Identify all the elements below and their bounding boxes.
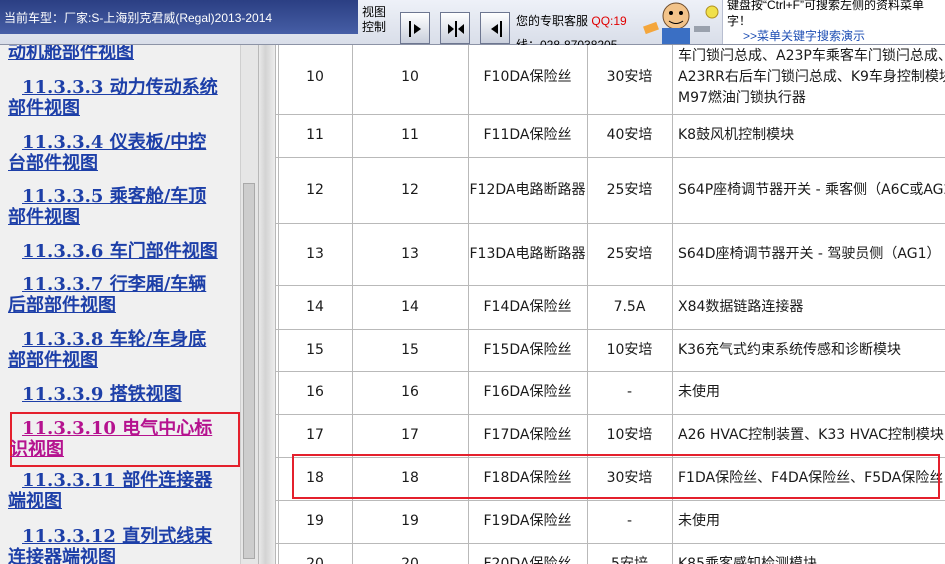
nav-item-11-3-3-8[interactable]: 11.3.3.8 车轮/车身底 [22, 329, 256, 351]
cell-position: 10 [306, 69, 324, 85]
cell-rating: - [626, 384, 633, 400]
search-demo-link[interactable]: >>菜单关键字搜索演示 [743, 27, 865, 44]
cell-fuse: F15DA保险丝 [483, 341, 572, 358]
nav-item-11-3-3-5[interactable]: 11.3.3.5 乘客舱/车顶 [22, 186, 256, 208]
cell-description: A26 HVAC控制装置、K33 HVAC控制模块 [678, 427, 944, 443]
cell-position: 15 [306, 341, 324, 358]
nav-item-11-3-3-10-cont[interactable]: 识视图 [10, 439, 224, 461]
cell-rating: 25安培 [606, 245, 653, 262]
cell-position: 13 [306, 245, 324, 262]
nav-item-engine-bay-cont[interactable]: 动机舱部件视图 [8, 45, 242, 64]
nav-scrollbar[interactable] [240, 45, 258, 564]
cell-rating: 10安培 [606, 427, 653, 443]
cell-fuse: F14DA保险丝 [483, 298, 572, 315]
nav-item-11-3-3-11-cont[interactable]: 端视图 [8, 491, 242, 513]
nav-item-11-3-3-8-cont[interactable]: 部部件视图 [8, 350, 242, 372]
cell-number: 10 [401, 69, 419, 85]
cell-description: S64P座椅调节器开关 - 乘客侧（A6C或AG2） [678, 181, 945, 198]
cell-description: X84数据链路连接器 [678, 298, 804, 315]
nav-item-11-3-3-3-cont[interactable]: 部件视图 [8, 98, 242, 120]
view-split-button[interactable] [440, 12, 470, 44]
nav-item-11-3-3-12[interactable]: 11.3.3.12 直列式线束 [22, 526, 256, 548]
arrows-split-icon [448, 21, 464, 37]
arrow-left-bar-icon [491, 21, 502, 37]
cell-position: 11 [306, 127, 324, 143]
cell-fuse: F19DA保险丝 [483, 513, 572, 529]
fuse-table: 10 10 F10DA保险丝 30安培 车门锁闩总成、A23P车乘客车门锁闩总成、A23… [276, 45, 945, 564]
cell-position: 19 [306, 513, 324, 529]
cell-number: 13 [401, 245, 419, 262]
cell-fuse: F12DA电路断路器 [469, 181, 586, 198]
nav-item-11-3-3-4-cont[interactable]: 台部件视图 [8, 153, 242, 175]
search-tip-panel: 键盘按“Ctrl+F”可搜索左侧的资料菜单字！ >>菜单关键字搜索演示 [722, 0, 945, 44]
cell-rating: 5安培 [611, 556, 648, 564]
cell-fuse: F16DA保险丝 [483, 384, 572, 400]
nav-item-11-3-3-5-cont[interactable]: 部件视图 [8, 207, 242, 229]
cell-position: 16 [306, 384, 324, 400]
cell-rating: 40安培 [606, 127, 653, 143]
view-collapse-right-button[interactable] [480, 12, 510, 44]
top-toolbar: 当前车型：厂家:S-上海别克君威(Regal)2013-2014 视图控制 您的… [0, 0, 945, 52]
cell-description: K36充气式约束系统传感和诊断模块 [678, 341, 901, 358]
mascot-icon [643, 2, 719, 44]
current-model-label: 当前车型：厂家:S-上海别克君威(Regal)2013-2014 [4, 11, 273, 25]
search-tip-text: 键盘按“Ctrl+F”可搜索左侧的资料菜单字！ [727, 0, 924, 28]
nav-tree-pane: 动机舱部件视图 11.3.3.3 动力传动系统 部件视图 11.3.3.4 仪表… [0, 45, 258, 564]
cell-number: 12 [401, 181, 419, 198]
nav-item-selected-highlight: 11.3.3.10 电气中心标 识视图 [10, 412, 240, 467]
nav-item-11-3-3-6[interactable]: 11.3.3.6 车门部件视图 [22, 241, 256, 263]
nav-item-11-3-3-4[interactable]: 11.3.3.4 仪表板/中控 [22, 132, 256, 154]
cell-description: 未使用 [678, 384, 720, 400]
nav-item-11-3-3-12-cont[interactable]: 连接器端视图 [8, 547, 242, 564]
cell-number: 14 [401, 298, 419, 315]
nav-item-11-3-3-3[interactable]: 11.3.3.3 动力传动系统 [22, 77, 256, 99]
nav-item-11-3-3-11[interactable]: 11.3.3.11 部件连接器 [22, 470, 256, 492]
cell-fuse: F10DA保险丝 [483, 69, 572, 85]
service-label-text: 您的专职客服 [516, 14, 589, 28]
cell-rating: 10安培 [606, 341, 653, 358]
cell-position: 14 [306, 298, 324, 315]
service-qq-link[interactable]: QQ:19 [591, 14, 626, 28]
cell-number: 20 [401, 556, 419, 564]
cell-description: K85乘客感知检测模块 [678, 556, 817, 564]
cell-rating: - [626, 513, 633, 529]
cell-number: 16 [401, 384, 419, 400]
cell-number: 11 [401, 127, 419, 143]
cell-rating: 7.5A [613, 298, 646, 315]
pane-splitter[interactable] [258, 45, 276, 564]
nav-scrollbar-thumb[interactable] [243, 183, 255, 559]
cell-number: 19 [401, 513, 419, 529]
cell-position: 12 [306, 181, 324, 198]
cell-rating: 25安培 [606, 181, 653, 198]
nav-item-11-3-3-7-cont[interactable]: 后部部件视图 [8, 295, 242, 317]
cell-fuse: F20DA保险丝 [483, 556, 572, 564]
view-control-label: 视图控制 [362, 5, 387, 34]
nav-item-11-3-3-10[interactable]: 11.3.3.10 电气中心标 [22, 418, 236, 440]
view-collapse-left-button[interactable] [400, 12, 430, 44]
cell-description: 未使用 [678, 513, 720, 529]
nav-item-11-3-3-9[interactable]: 11.3.3.9 搭铁视图 [22, 384, 256, 406]
mascot-image [636, 0, 722, 44]
cell-position: 17 [306, 427, 324, 443]
current-model-bar: 当前车型：厂家:S-上海别克君威(Regal)2013-2014 [0, 0, 358, 34]
cell-fuse: F17DA保险丝 [483, 427, 572, 443]
arrow-right-bar-icon [409, 21, 421, 37]
cell-rating: 30安培 [606, 69, 653, 85]
row-18-highlight [292, 454, 940, 499]
cell-description: 车门锁闩总成、A23P车乘客车门锁闩总成、A23RR右后车门锁闩总成、K9车身控… [678, 48, 945, 106]
service-label: 您的专职客服 QQ:19 [516, 14, 627, 28]
cell-number: 17 [401, 427, 419, 443]
cell-fuse: F11DA保险丝 [483, 127, 572, 143]
nav-item-11-3-3-7[interactable]: 11.3.3.7 行李厢/车辆 [22, 274, 256, 296]
cell-fuse: F13DA电路断路器 [469, 245, 586, 262]
cell-number: 15 [401, 341, 419, 358]
cell-position: 20 [306, 556, 324, 564]
cell-description: K8鼓风机控制模块 [678, 127, 795, 143]
cell-description: S64D座椅调节器开关 - 驾驶员侧（AG1） [678, 245, 941, 262]
